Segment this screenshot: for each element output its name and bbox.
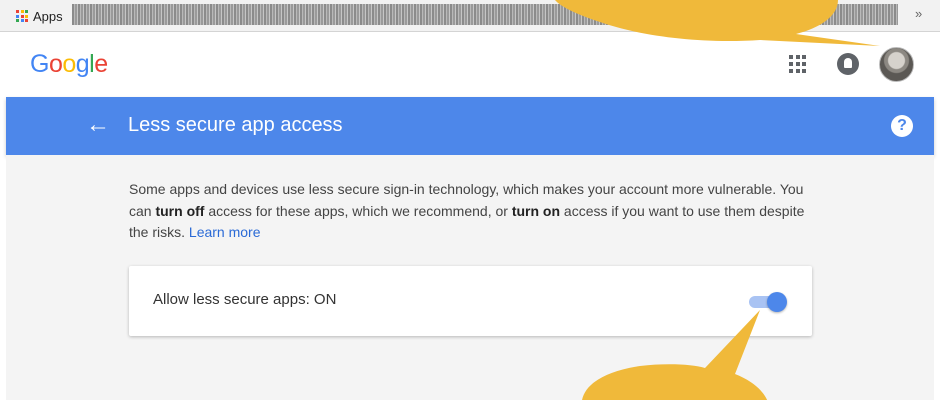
allow-less-secure-apps-label: Allow less secure apps: ON [153,291,337,308]
logo-letter: o [48,50,63,78]
help-icon[interactable]: ? [891,115,913,137]
logo-letter: G [30,50,49,78]
apps-grid-icon [16,10,28,22]
logo-letter: e [94,50,108,78]
bookmarks-bar: Apps » [0,0,940,32]
back-arrow-icon[interactable]: ← [86,111,110,139]
page-title-bar: ← Less secure app access ? [6,97,934,155]
logo-letter: o [62,50,76,78]
page-title: Less secure app access [128,114,343,136]
avatar[interactable] [879,47,914,82]
bookmarks-overflow-chevron-icon[interactable]: » [915,6,922,21]
google-apps-icon[interactable] [789,55,807,73]
main-content: Some apps and devices use less secure si… [6,155,934,400]
logo-letter: g [75,50,90,78]
notifications-bell-icon[interactable] [837,53,859,75]
redacted-bookmarks [72,4,898,25]
desc-bold-turn-on: turn on [511,202,561,219]
setting-card: Allow less secure apps: ON [129,266,812,336]
google-logo[interactable]: Google [30,50,108,79]
less-secure-apps-toggle[interactable] [749,292,787,312]
learn-more-link[interactable]: Learn more [189,224,261,240]
desc-bold-turn-off: turn off [155,202,205,219]
description-text: Some apps and devices use less secure si… [129,179,819,244]
apps-bookmark[interactable]: Apps [16,7,63,25]
apps-label: Apps [33,8,63,24]
toggle-thumb[interactable] [767,292,787,312]
desc-text-2: access for these apps, which we recommen… [204,202,512,219]
google-header: Google [0,32,940,97]
